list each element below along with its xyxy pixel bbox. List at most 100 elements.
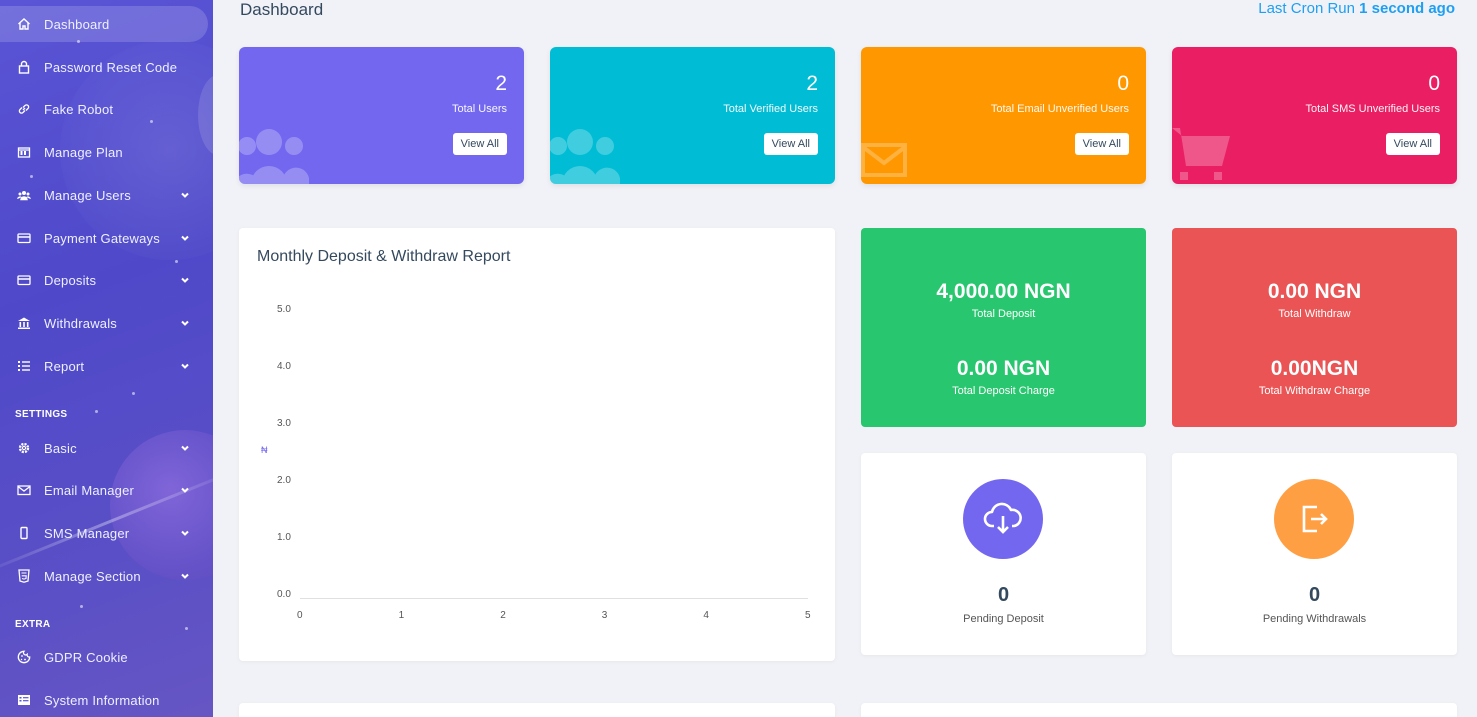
chevron-down-icon bbox=[181, 487, 189, 493]
sidebar-item-system-information[interactable]: System Information bbox=[0, 682, 208, 717]
view-all-button[interactable]: View All bbox=[1385, 133, 1440, 155]
pending-deposit-card[interactable]: 0 Pending Deposit bbox=[861, 453, 1146, 655]
cron-value: 1 second ago bbox=[1359, 0, 1455, 17]
chevron-down-icon bbox=[181, 235, 189, 241]
total-withdraw-value: 0.00 NGN bbox=[1267, 280, 1362, 303]
chevron-down-icon bbox=[181, 277, 189, 283]
x-tick-label: 1 bbox=[398, 610, 405, 621]
sidebar-star bbox=[95, 410, 98, 413]
stat-label: Total Verified Users bbox=[723, 103, 818, 115]
stat-card-total-verified-users: 2 Total Verified Users View All bbox=[550, 47, 835, 184]
sidebar-item-manage-plan[interactable]: Manage Plan bbox=[0, 134, 208, 170]
sidebar-item-label: Report bbox=[44, 358, 85, 374]
sidebar-item-label: Manage Users bbox=[44, 187, 131, 203]
view-all-button[interactable]: View All bbox=[1074, 133, 1129, 155]
pending-deposit-label: Pending Deposit bbox=[963, 613, 1044, 625]
deposit-summary-card: 4,000.00 NGN Total Deposit 0.00 NGN Tota… bbox=[861, 228, 1146, 427]
x-tick-label: 0 bbox=[297, 610, 303, 621]
view-all-button[interactable]: View All bbox=[452, 133, 507, 155]
sidebar-item-label: Manage Plan bbox=[44, 144, 123, 160]
y-tick-label: 5.0 bbox=[277, 304, 291, 315]
total-deposit-label: Total Deposit bbox=[971, 308, 1036, 320]
sidebar-item-withdrawals[interactable]: Withdrawals bbox=[0, 305, 208, 341]
sidebar-section-heading: EXTRA bbox=[15, 619, 51, 630]
cron-status: Last Cron Run 1 second ago bbox=[1258, 0, 1455, 17]
stat-label: Total Email Unverified Users bbox=[990, 103, 1129, 115]
sidebar-item-manage-section[interactable]: Manage Section bbox=[0, 558, 208, 594]
sidebar-item-label: SMS Manager bbox=[44, 525, 130, 541]
sidebar-star bbox=[185, 627, 188, 630]
chevron-down-icon bbox=[181, 445, 189, 451]
chevron-down-icon bbox=[181, 530, 189, 536]
envelope-icon bbox=[861, 143, 907, 177]
sidebar-item-basic[interactable]: Basic bbox=[0, 430, 208, 466]
bank-icon bbox=[17, 316, 31, 330]
stat-value: 2 bbox=[495, 72, 507, 95]
sidebar-item-payment-gateways[interactable]: Payment Gateways bbox=[0, 220, 208, 256]
pending-withdrawals-card[interactable]: 0 Pending Withdrawals bbox=[1172, 453, 1457, 655]
stat-card-total-users: 2 Total Users View All bbox=[239, 47, 524, 184]
cookie-icon bbox=[17, 650, 31, 664]
mobile-icon bbox=[17, 526, 31, 540]
users-icon bbox=[17, 188, 31, 202]
sidebar-item-report[interactable]: Report bbox=[0, 348, 208, 384]
pending-withdrawals-badge bbox=[1274, 479, 1354, 559]
y-tick-label: 2.0 bbox=[277, 475, 291, 486]
stat-value: 2 bbox=[806, 72, 818, 95]
server-icon bbox=[17, 693, 31, 707]
y-tick-label: 4.0 bbox=[277, 361, 291, 372]
list-icon bbox=[17, 359, 31, 373]
withdraw-charge-value: 0.00NGN bbox=[1270, 357, 1359, 380]
stat-label: Total Users bbox=[451, 103, 507, 115]
sidebar-item-gdpr-cookie[interactable]: GDPR Cookie bbox=[0, 639, 208, 675]
credit-card-icon bbox=[17, 231, 31, 245]
gear-icon bbox=[17, 441, 31, 455]
chevron-down-icon bbox=[181, 573, 189, 579]
y-axis-label: ₦ bbox=[261, 445, 268, 455]
sidebar-item-password-reset-code[interactable]: Password Reset Code bbox=[0, 49, 208, 85]
credit-card-icon bbox=[17, 273, 31, 287]
sidebar-item-label: Deposits bbox=[44, 272, 97, 288]
sidebar-item-fake-robot[interactable]: Fake Robot bbox=[0, 91, 208, 127]
cron-label: Last Cron Run bbox=[1258, 0, 1355, 17]
sidebar-item-deposits[interactable]: Deposits bbox=[0, 262, 208, 298]
chart-title: Monthly Deposit & Withdraw Report bbox=[257, 248, 511, 265]
view-all-button[interactable]: View All bbox=[763, 133, 818, 155]
withdraw-charge-label: Total Withdraw Charge bbox=[1258, 385, 1371, 397]
x-tick-label: 3 bbox=[601, 610, 608, 621]
bottom-panel-right bbox=[861, 703, 1457, 717]
cart-icon bbox=[1172, 128, 1230, 180]
link-icon bbox=[17, 102, 31, 116]
x-tick-label: 4 bbox=[703, 610, 709, 621]
sidebar-item-label: Fake Robot bbox=[44, 101, 114, 117]
lock-icon bbox=[17, 60, 31, 74]
sidebar-item-label: Email Manager bbox=[44, 482, 135, 498]
deposit-charge-value: 0.00 NGN bbox=[956, 357, 1051, 380]
sidebar-item-label: Manage Section bbox=[44, 568, 141, 584]
cloud-download-icon bbox=[983, 502, 1022, 534]
sidebar-section-heading: SETTINGS bbox=[15, 409, 68, 420]
sign-out-icon bbox=[1302, 505, 1328, 533]
withdraw-summary-card: 0.00 NGN Total Withdraw 0.00NGN Total Wi… bbox=[1172, 228, 1457, 427]
stat-value: 0 bbox=[1428, 72, 1440, 95]
sidebar-item-sms-manager[interactable]: SMS Manager bbox=[0, 515, 208, 551]
x-tick-label: 5 bbox=[805, 610, 811, 621]
sidebar-item-label: Payment Gateways bbox=[44, 230, 160, 246]
sidebar-item-label: Basic bbox=[44, 440, 77, 456]
x-axis-line bbox=[300, 598, 808, 599]
envelope-icon bbox=[17, 483, 31, 497]
home-icon bbox=[17, 17, 31, 31]
pending-deposit-count: 0 bbox=[997, 584, 1010, 606]
sidebar-item-label: Password Reset Code bbox=[44, 59, 178, 75]
y-tick-label: 1.0 bbox=[277, 532, 291, 543]
stat-card-email-unverified: 0 Total Email Unverified Users View All bbox=[861, 47, 1146, 184]
chevron-down-icon bbox=[181, 192, 189, 198]
y-tick-label: 0.0 bbox=[277, 589, 291, 600]
bottom-panel-left bbox=[239, 703, 835, 717]
sidebar-star bbox=[80, 605, 83, 608]
sidebar-item-manage-users[interactable]: Manage Users bbox=[0, 177, 208, 213]
y-tick-label: 3.0 bbox=[277, 418, 291, 429]
total-deposit-value: 4,000.00 NGN bbox=[936, 280, 1071, 303]
sidebar-item-dashboard[interactable]: Dashboard bbox=[0, 6, 208, 42]
sidebar-item-email-manager[interactable]: Email Manager bbox=[0, 472, 208, 508]
